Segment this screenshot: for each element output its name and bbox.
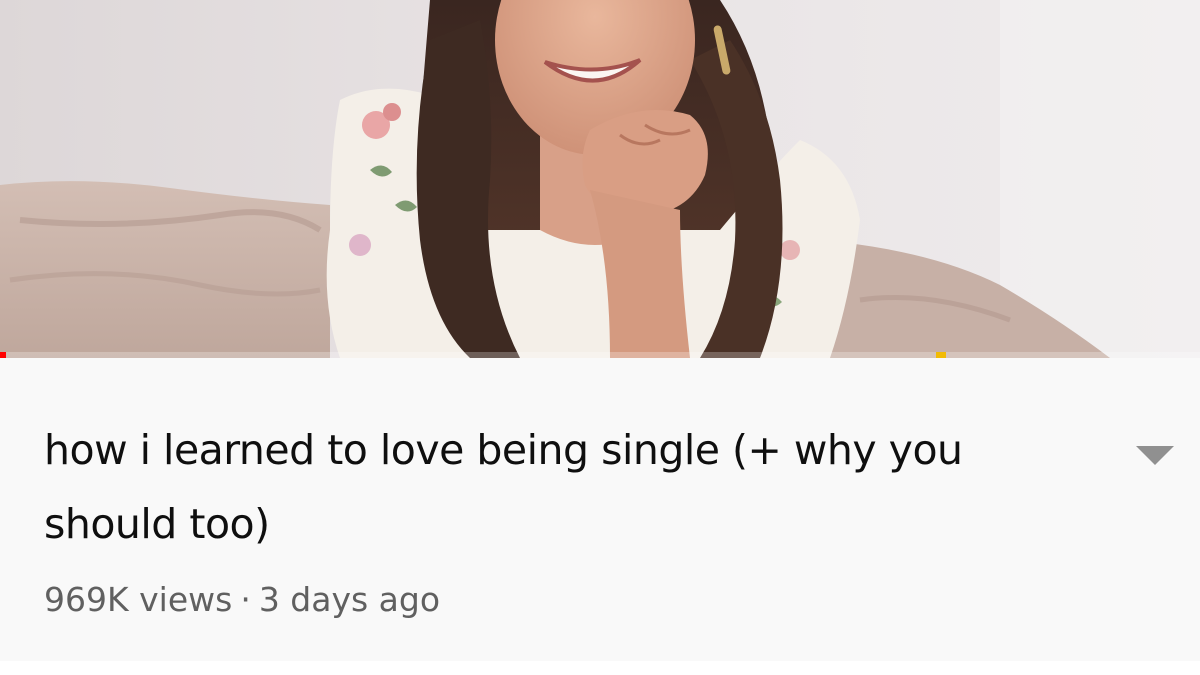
video-metadata: 969K views · 3 days ago — [44, 580, 440, 620]
expand-description-button[interactable] — [1120, 430, 1190, 480]
video-title[interactable]: how i learned to love being single (+ wh… — [44, 413, 1054, 561]
flower-print — [780, 240, 800, 260]
view-count: 969K views — [44, 580, 233, 619]
chevron-down-icon — [1136, 445, 1174, 465]
video-watch-page: how i learned to love being single (+ wh… — [0, 0, 1200, 675]
bed-blanket — [0, 181, 330, 358]
meta-separator: · — [240, 580, 251, 619]
upload-date: 3 days ago — [258, 580, 441, 619]
flower-print — [383, 103, 401, 121]
video-info-panel: how i learned to love being single (+ wh… — [0, 358, 1200, 661]
panel-divider — [0, 661, 1200, 675]
video-player[interactable] — [0, 0, 1200, 358]
video-thumbnail-frame — [0, 0, 1200, 358]
flower-print — [349, 234, 371, 256]
